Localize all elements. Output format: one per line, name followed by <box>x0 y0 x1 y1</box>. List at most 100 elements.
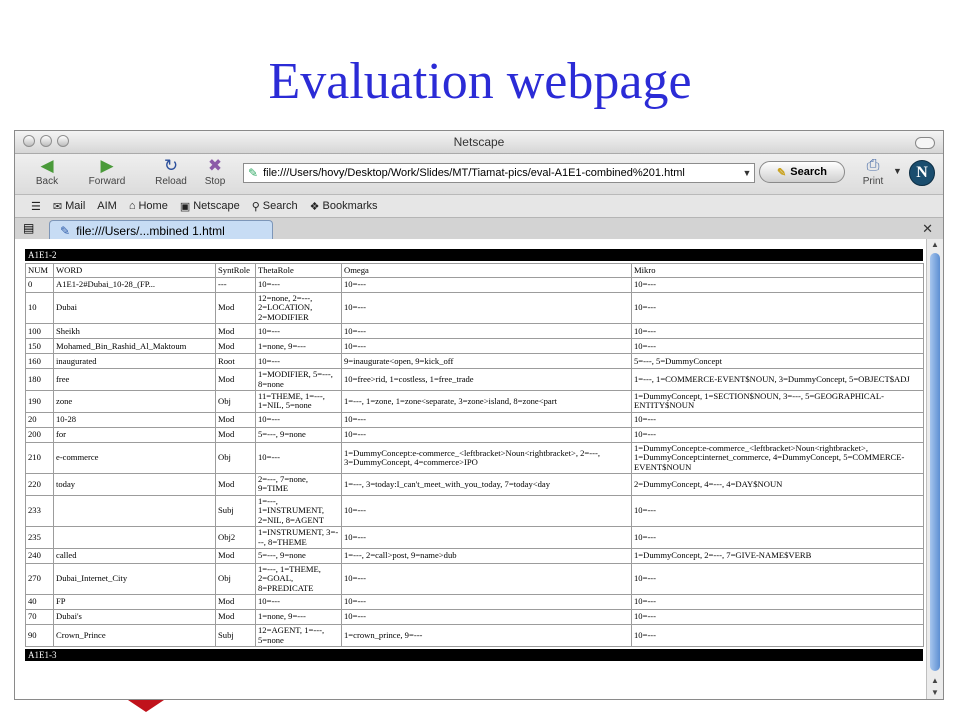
header-num: NUM <box>25 263 54 278</box>
cell-num: 180 <box>25 368 54 392</box>
table-row: 90 Crown_Prince Subj 12=AGENT, 1=---, 5=non… <box>25 624 924 647</box>
table-row: 160 inaugurated Root 10=--- 9=inaugurate<ope… <box>25 353 924 370</box>
cell-syntrole: Root <box>215 353 256 370</box>
bookmark-search-label: Search <box>262 200 298 212</box>
cell-thetarole: 10=--- <box>255 323 342 340</box>
table-row: 220 today Mod 2=---, 7=none, 9=TIME 1=---, 3… <box>25 473 924 496</box>
search-label: Search <box>790 166 827 178</box>
table-row: 150 Mohamed_Bin_Rashid_Al_Maktoum Mod 1=non… <box>25 338 924 355</box>
toolbar-toggle-button[interactable] <box>915 137 935 149</box>
netscape-logo[interactable]: N <box>909 160 935 186</box>
header-omega: Omega <box>341 263 632 278</box>
cell-num: 190 <box>25 390 54 413</box>
vertical-scrollbar[interactable]: ▲ ▲ ▼ <box>926 239 943 699</box>
cell-syntrole: Obj <box>215 562 256 596</box>
window-titlebar: Netscape <box>15 131 943 154</box>
cell-word: Crown_Prince <box>53 624 216 647</box>
cell-omega: 9=inaugurate<open, 9=kick_off <box>341 353 632 370</box>
cell-omega: 1=---, 2=call>post, 9=name>dub <box>341 547 632 564</box>
address-bar[interactable]: ✎ file:///Users/hovy/Desktop/Work/Slides… <box>243 163 755 183</box>
table-row: 190 zone Obj 11=THEME, 1=---, 1=NIL, 5=none… <box>25 390 924 413</box>
browser-window: Netscape ◀ Back ▶ Forward ↻ Reload ✖ Sto… <box>14 130 944 700</box>
evaluation-table: NUM WORD SyntRole ThetaRole Omega Mikro … <box>25 263 924 647</box>
cell-num: 20 <box>25 411 54 428</box>
bookmark-home[interactable]: ⌂ Home <box>129 200 168 212</box>
back-button[interactable]: ◀ Back <box>25 156 69 187</box>
bookmark-list-icon: ☰ <box>31 200 41 213</box>
tab-label: file:///Users/...mbined 1.html <box>76 223 225 238</box>
cell-thetarole: 11=THEME, 1=---, 1=NIL, 5=none <box>255 390 342 413</box>
scroll-up-icon-bottom[interactable]: ▲ <box>927 676 943 685</box>
cell-mikro: 10=--- <box>631 338 924 355</box>
cell-syntrole: Mod <box>215 473 256 496</box>
magnifier-icon: ⚲ <box>251 200 260 213</box>
search-button[interactable]: ✎ Search <box>759 161 845 183</box>
table-row: 200 for Mod 5=---, 9=none 10=--- 10=--- <box>25 426 924 443</box>
cell-syntrole: --- <box>215 277 256 293</box>
cell-thetarole: 1=---, 1=THEME, 2=GOAL, 8=PREDICATE <box>255 562 342 596</box>
print-label: Print <box>862 176 884 187</box>
tab-current-page[interactable]: ✎ file:///Users/...mbined 1.html <box>49 220 273 240</box>
cell-num: 270 <box>25 562 54 596</box>
reload-icon: ↻ <box>163 156 179 175</box>
scroll-up-icon[interactable]: ▲ <box>927 240 943 249</box>
forward-button[interactable]: ▶ Forward <box>85 156 129 187</box>
print-button[interactable]: ⎙ Print <box>853 156 893 187</box>
stop-button[interactable]: ✖ Stop <box>193 156 237 187</box>
bookmark-aim[interactable]: AIM <box>97 200 117 212</box>
cell-omega: 10=--- <box>341 594 632 611</box>
cell-word: e-commerce <box>53 441 216 475</box>
cell-thetarole: 5=---, 9=none <box>255 426 342 443</box>
window-title: Netscape <box>453 135 505 149</box>
close-tab-icon[interactable]: ✕ <box>922 221 933 237</box>
cell-omega: 1=---, 1=zone, 1=zone<separate, 3=zone>i… <box>341 390 632 413</box>
bookmark-mail-label: Mail <box>65 200 86 212</box>
cell-omega: 1=crown_prince, 9=--- <box>341 624 632 647</box>
cell-num: 233 <box>25 494 54 528</box>
cell-num: 0 <box>25 277 54 293</box>
reload-button[interactable]: ↻ Reload <box>149 156 193 187</box>
cell-word: Dubai_Internet_City <box>53 562 216 596</box>
cell-word: 10-28 <box>53 411 216 428</box>
bookmark-search[interactable]: ⚲ Search <box>252 200 298 213</box>
printer-icon: ⎙ <box>866 157 880 174</box>
cell-num: 10 <box>25 291 54 325</box>
bookmark-netscape[interactable]: ▣ Netscape <box>180 200 240 213</box>
cell-num: 40 <box>25 594 54 611</box>
table-row: 70 Dubai's Mod 1=none, 9=--- 10=--- 10=--- <box>25 609 924 626</box>
print-dropdown-icon[interactable]: ▼ <box>893 166 902 176</box>
bookmark-home-label: Home <box>138 200 168 212</box>
cell-word: Dubai <box>53 291 216 325</box>
bookmark-mail[interactable]: ✉ Mail <box>53 200 85 213</box>
scrollbar-thumb[interactable] <box>930 253 940 671</box>
cell-omega: 10=free>rid, 1=costless, 1=free_trade <box>341 368 632 392</box>
cell-omega: 10=--- <box>341 338 632 355</box>
address-text: file:///Users/hovy/Desktop/Work/Slides/M… <box>263 167 685 179</box>
cell-syntrole: Mod <box>215 547 256 564</box>
cell-word: FP <box>53 594 216 611</box>
table-body: 0 A1E1-2#Dubai_10-28_(FP... --- 10=--- 10=--… <box>25 277 924 647</box>
cell-mikro: 10=--- <box>631 594 924 611</box>
cell-syntrole: Mod <box>215 323 256 340</box>
netscape-icon: ▣ <box>179 200 191 213</box>
table-row: 20 10-28 Mod 10=--- 10=--- 10=--- <box>25 411 924 428</box>
cell-mikro: 10=--- <box>631 624 924 647</box>
bookmarks-menu-icon[interactable]: ☰ <box>31 200 41 213</box>
address-dropdown-icon[interactable]: ▼ <box>740 168 754 178</box>
cell-syntrole: Obj <box>215 441 256 475</box>
cell-thetarole: 1=none, 9=--- <box>255 338 342 355</box>
cell-word: called <box>53 547 216 564</box>
cell-mikro: 10=--- <box>631 291 924 325</box>
home-icon: ⌂ <box>128 200 136 212</box>
bookmark-bookmarks[interactable]: ❖ Bookmarks <box>310 200 378 213</box>
header-syntrole: SyntRole <box>215 263 256 278</box>
cell-syntrole: Mod <box>215 338 256 355</box>
search-icon: ✎ <box>777 166 787 179</box>
header-thetarole: ThetaRole <box>255 263 342 278</box>
scroll-down-icon[interactable]: ▼ <box>927 688 943 697</box>
cell-word: Mohamed_Bin_Rashid_Al_Maktoum <box>53 338 216 355</box>
cell-thetarole: 1=INSTRUMENT, 3=---, 8=THEME <box>255 526 342 549</box>
cell-syntrole: Mod <box>215 609 256 626</box>
forward-arrow-icon: ▶ <box>100 156 114 175</box>
sidebar-toggle-icon[interactable]: ▤ <box>23 221 34 235</box>
